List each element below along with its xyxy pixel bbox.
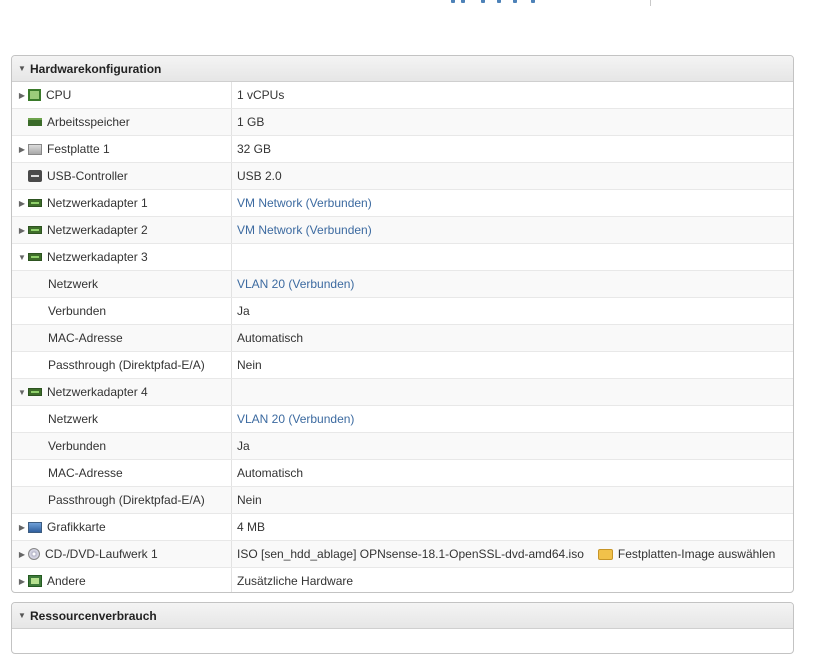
row-value: Nein [237, 493, 262, 507]
display-icon [28, 521, 42, 533]
row-label: Netzwerk [48, 277, 99, 291]
collapse-arrow-icon[interactable]: ▼ [18, 603, 30, 629]
row-value: Ja [237, 439, 250, 453]
table-row-usb-controller[interactable]: USB-Controller USB 2.0 [12, 163, 793, 190]
memory-icon [28, 118, 42, 126]
row-label: CPU [46, 88, 72, 102]
row-label: Festplatte 1 [47, 142, 110, 156]
table-row-graphics-card[interactable]: ▶ Grafikkarte 4 MB [12, 514, 793, 541]
row-label: Netzwerkadapter 4 [47, 385, 148, 399]
network-link[interactable]: VLAN 20 (Verbunden) [237, 412, 354, 426]
row-label: Verbunden [48, 304, 107, 318]
expand-arrow-icon[interactable]: ▶ [16, 145, 28, 154]
cpu-icon [28, 89, 41, 101]
row-value: Ja [237, 304, 250, 318]
row-label: MAC-Adresse [48, 331, 123, 345]
table-row-connected[interactable]: Verbunden Ja [12, 433, 793, 460]
table-row-network-adapter-1[interactable]: ▶ Netzwerkadapter 1 VM Network (Verbunden… [12, 190, 793, 217]
table-row-cd-dvd-drive-1[interactable]: ▶ CD-/DVD-Laufwerk 1 ISO [sen_hdd_ablage]… [12, 541, 793, 568]
table-row-mac-address[interactable]: MAC-Adresse Automatisch [12, 325, 793, 352]
expand-arrow-icon[interactable]: ▶ [16, 199, 28, 208]
expand-arrow-icon[interactable]: ▶ [16, 523, 28, 532]
table-row-mac-address[interactable]: MAC-Adresse Automatisch [12, 460, 793, 487]
row-label: CD-/DVD-Laufwerk 1 [45, 547, 158, 561]
collapse-arrow-icon[interactable]: ▼ [16, 388, 28, 397]
row-label: Arbeitsspeicher [47, 115, 130, 129]
hardware-configuration-panel: ▼ Hardwarekonfiguration ▶ CPU 1 vCPUs Arb… [11, 55, 794, 593]
row-value: USB 2.0 [237, 169, 282, 183]
row-value: 1 vCPUs [237, 88, 285, 102]
hard-disk-icon [28, 143, 42, 155]
row-label: USB-Controller [47, 169, 128, 183]
network-link[interactable]: VM Network (Verbunden) [237, 196, 372, 210]
network-link[interactable]: VLAN 20 (Verbunden) [237, 277, 354, 291]
toolbar-icons-fragment [451, 0, 561, 3]
top-toolbar-fragment [0, 0, 816, 10]
table-row-hard-disk-1[interactable]: ▶ Festplatte 1 32 GB [12, 136, 793, 163]
resource-usage-panel: ▼ Ressourcenverbrauch [11, 602, 794, 654]
collapse-arrow-icon[interactable]: ▼ [16, 253, 28, 262]
network-adapter-icon [28, 226, 42, 234]
table-row-connected[interactable]: Verbunden Ja [12, 298, 793, 325]
network-adapter-icon [28, 253, 42, 261]
expand-arrow-icon[interactable]: ▶ [16, 91, 28, 100]
row-value: 4 MB [237, 520, 266, 534]
row-label: Netzwerk [48, 412, 99, 426]
toolbar-divider [650, 0, 651, 6]
row-label: Verbunden [48, 439, 107, 453]
table-row-network[interactable]: Netzwerk VLAN 20 (Verbunden) [12, 406, 793, 433]
row-label: Passthrough (Direktpfad-E/A) [48, 358, 205, 372]
table-row-network-adapter-2[interactable]: ▶ Netzwerkadapter 2 VM Network (Verbunden… [12, 217, 793, 244]
table-row-network-adapter-3[interactable]: ▼ Netzwerkadapter 3 [12, 244, 793, 271]
resource-panel-title: Ressourcenverbrauch [30, 608, 157, 623]
table-row-cpu[interactable]: ▶ CPU 1 vCPUs [12, 82, 793, 109]
other-hardware-icon [28, 575, 42, 587]
table-row-passthrough[interactable]: Passthrough (Direktpfad-E/A) Nein [12, 352, 793, 379]
row-label: Netzwerkadapter 3 [47, 250, 148, 264]
row-label: Andere [47, 574, 86, 588]
hardware-panel-title: Hardwarekonfiguration [30, 61, 162, 76]
table-row-memory[interactable]: Arbeitsspeicher 1 GB [12, 109, 793, 136]
select-disk-image-link[interactable]: Festplatten-Image auswählen [618, 547, 775, 561]
network-link[interactable]: VM Network (Verbunden) [237, 223, 372, 237]
row-value: Zusätzliche Hardware [237, 574, 354, 588]
folder-icon[interactable] [597, 548, 613, 560]
usb-icon [28, 170, 42, 182]
row-label: Netzwerkadapter 2 [47, 223, 148, 237]
row-label: Passthrough (Direktpfad-E/A) [48, 493, 205, 507]
table-row-other[interactable]: ▶ Andere Zusätzliche Hardware [12, 568, 793, 592]
row-label: MAC-Adresse [48, 466, 123, 480]
network-adapter-icon [28, 199, 42, 207]
row-value: Automatisch [237, 331, 304, 345]
table-row-network-adapter-4[interactable]: ▼ Netzwerkadapter 4 [12, 379, 793, 406]
table-row-network[interactable]: Netzwerk VLAN 20 (Verbunden) [12, 271, 793, 298]
row-value: 1 GB [237, 115, 265, 129]
expand-arrow-icon[interactable]: ▶ [16, 550, 28, 559]
hardware-table: ▶ CPU 1 vCPUs Arbeitsspeicher 1 GB ▶ Festp… [12, 82, 793, 592]
row-label: Grafikkarte [47, 520, 106, 534]
hardware-panel-header[interactable]: ▼ Hardwarekonfiguration [12, 56, 793, 82]
row-value: Nein [237, 358, 262, 372]
expand-arrow-icon[interactable]: ▶ [16, 226, 28, 235]
row-value: ISO [sen_hdd_ablage] OPNsense-18.1-OpenS… [237, 547, 584, 561]
resource-panel-header[interactable]: ▼ Ressourcenverbrauch [12, 603, 793, 629]
row-label: Netzwerkadapter 1 [47, 196, 148, 210]
cd-dvd-icon [28, 548, 40, 560]
table-row-passthrough[interactable]: Passthrough (Direktpfad-E/A) Nein [12, 487, 793, 514]
network-adapter-icon [28, 388, 42, 396]
collapse-arrow-icon[interactable]: ▼ [18, 56, 30, 82]
expand-arrow-icon[interactable]: ▶ [16, 577, 28, 586]
row-value: 32 GB [237, 142, 272, 156]
row-value: Automatisch [237, 466, 304, 480]
